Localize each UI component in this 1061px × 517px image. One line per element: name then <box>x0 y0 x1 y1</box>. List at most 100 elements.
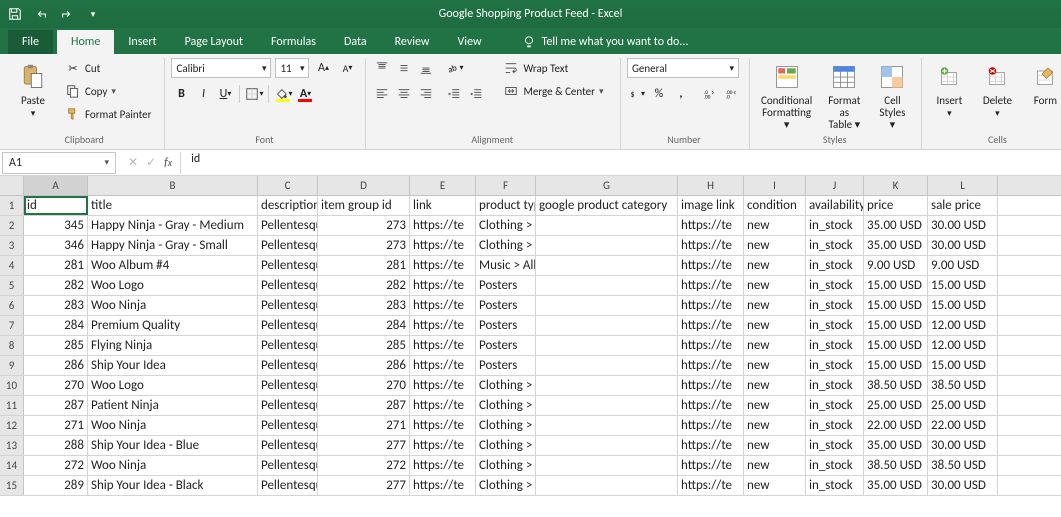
cell[interactable]: Pellentesque <box>258 316 318 335</box>
row-header-3[interactable]: 3 <box>0 236 24 255</box>
col-header-A[interactable]: A <box>24 176 88 195</box>
cell[interactable]: https://te <box>678 276 744 295</box>
cell[interactable]: new <box>744 476 806 495</box>
col-header-L[interactable]: L <box>928 176 998 195</box>
row-header-4[interactable]: 4 <box>0 256 24 275</box>
cell[interactable]: 345 <box>24 216 88 235</box>
cell[interactable]: Pellentesque <box>258 376 318 395</box>
borders-button[interactable]: ▾ <box>244 84 264 104</box>
cell[interactable]: 277 <box>318 476 410 495</box>
cell[interactable]: Patient Ninja <box>88 396 258 415</box>
formula-input[interactable]: id <box>180 152 1061 174</box>
cell[interactable]: https://te <box>410 356 476 375</box>
cell[interactable]: Clothing > Hoodies <box>476 456 536 475</box>
numberformat-select[interactable]: General▾ <box>627 58 739 78</box>
cell[interactable]: https://te <box>678 236 744 255</box>
cell[interactable]: https://te <box>678 376 744 395</box>
col-header-C[interactable]: C <box>258 176 318 195</box>
cell[interactable]: Posters <box>476 296 536 315</box>
cell[interactable]: new <box>744 276 806 295</box>
cellstyles-button[interactable]: Cell Styles ▾ <box>871 58 913 134</box>
cell[interactable]: 271 <box>318 416 410 435</box>
col-header-F[interactable]: F <box>476 176 536 195</box>
row-header-7[interactable]: 7 <box>0 316 24 335</box>
cell[interactable]: new <box>744 416 806 435</box>
cell[interactable]: in_stock <box>806 256 864 275</box>
cell[interactable] <box>536 276 678 295</box>
cell[interactable]: in_stock <box>806 236 864 255</box>
row-header-11[interactable]: 11 <box>0 396 24 415</box>
cell[interactable] <box>536 436 678 455</box>
cell[interactable]: 15.00 USD <box>864 296 928 315</box>
font-name-select[interactable]: Calibri▾ <box>171 58 271 78</box>
cell[interactable]: new <box>744 356 806 375</box>
cell[interactable]: 15.00 USD <box>928 276 998 295</box>
cell[interactable]: https://te <box>410 476 476 495</box>
cell[interactable]: new <box>744 456 806 475</box>
cell[interactable]: Posters <box>476 356 536 375</box>
name-box[interactable]: A1▾ <box>2 152 116 174</box>
cell[interactable]: Clothing > T-shirts <box>476 416 536 435</box>
cell[interactable]: Pellentesque <box>258 476 318 495</box>
cell[interactable]: https://te <box>410 316 476 335</box>
cell[interactable]: Posters <box>476 316 536 335</box>
tab-review[interactable]: Review <box>381 30 444 54</box>
cell[interactable]: Clothing > T-shirts <box>476 216 536 235</box>
cell[interactable]: https://te <box>410 376 476 395</box>
cell[interactable]: 38.50 USD <box>928 376 998 395</box>
paste-button[interactable]: Paste▾ <box>12 58 54 123</box>
cell[interactable]: 12.00 USD <box>928 336 998 355</box>
formatpainter-button[interactable]: Format Painter <box>60 104 156 124</box>
cell[interactable]: Clothing > T-shirts <box>476 236 536 255</box>
cell[interactable] <box>536 256 678 275</box>
cell[interactable]: new <box>744 216 806 235</box>
row-header-1[interactable]: 1 <box>0 196 24 215</box>
cell[interactable] <box>536 296 678 315</box>
cell[interactable]: 284 <box>24 316 88 335</box>
tab-view[interactable]: View <box>444 30 496 54</box>
cell[interactable]: new <box>744 316 806 335</box>
cell[interactable]: Pellentesque <box>258 296 318 315</box>
copy-button[interactable]: Copy▾ <box>60 81 156 101</box>
col-header-I[interactable]: I <box>744 176 806 195</box>
cell[interactable] <box>536 476 678 495</box>
italic-button[interactable]: I <box>193 84 213 104</box>
cell[interactable]: https://te <box>678 316 744 335</box>
tab-file[interactable]: File <box>8 30 53 54</box>
row-header-5[interactable]: 5 <box>0 276 24 295</box>
cell[interactable]: Clothing > Hoodies <box>476 396 536 415</box>
cell[interactable]: Clothing > Hoodies <box>476 376 536 395</box>
selectall-corner[interactable] <box>0 176 24 195</box>
tab-data[interactable]: Data <box>330 30 381 54</box>
percent-button[interactable]: % <box>649 84 669 104</box>
cell[interactable]: Pellentesque <box>258 436 318 455</box>
font-size-select[interactable]: 11▾ <box>275 58 309 78</box>
cell[interactable]: in_stock <box>806 296 864 315</box>
cell[interactable]: https://te <box>410 236 476 255</box>
col-header-D[interactable]: D <box>318 176 410 195</box>
cell[interactable] <box>536 416 678 435</box>
col-header-E[interactable]: E <box>410 176 476 195</box>
cell[interactable] <box>536 216 678 235</box>
cell[interactable]: 38.50 USD <box>864 376 928 395</box>
cell[interactable]: new <box>744 436 806 455</box>
fontcolor-button[interactable]: A▾ <box>295 84 315 104</box>
cell[interactable]: 277 <box>318 436 410 455</box>
cell[interactable]: Pellentesque <box>258 456 318 475</box>
cell[interactable]: in_stock <box>806 316 864 335</box>
cell[interactable]: Pellentesque <box>258 276 318 295</box>
col-header-K[interactable]: K <box>864 176 928 195</box>
row-header-14[interactable]: 14 <box>0 456 24 475</box>
cell[interactable]: 35.00 USD <box>864 436 928 455</box>
cell[interactable]: 15.00 USD <box>928 356 998 375</box>
cell[interactable]: 25.00 USD <box>864 396 928 415</box>
cell[interactable]: 35.00 USD <box>864 216 928 235</box>
cell[interactable]: https://te <box>410 396 476 415</box>
cell[interactable]: condition <box>744 196 806 215</box>
cell[interactable]: 30.00 USD <box>928 236 998 255</box>
cell[interactable]: Woo Ninja <box>88 416 258 435</box>
cell[interactable]: https://te <box>678 216 744 235</box>
increase-font-button[interactable]: A▴ <box>313 58 333 78</box>
cell[interactable]: 281 <box>24 256 88 275</box>
cell[interactable]: new <box>744 256 806 275</box>
